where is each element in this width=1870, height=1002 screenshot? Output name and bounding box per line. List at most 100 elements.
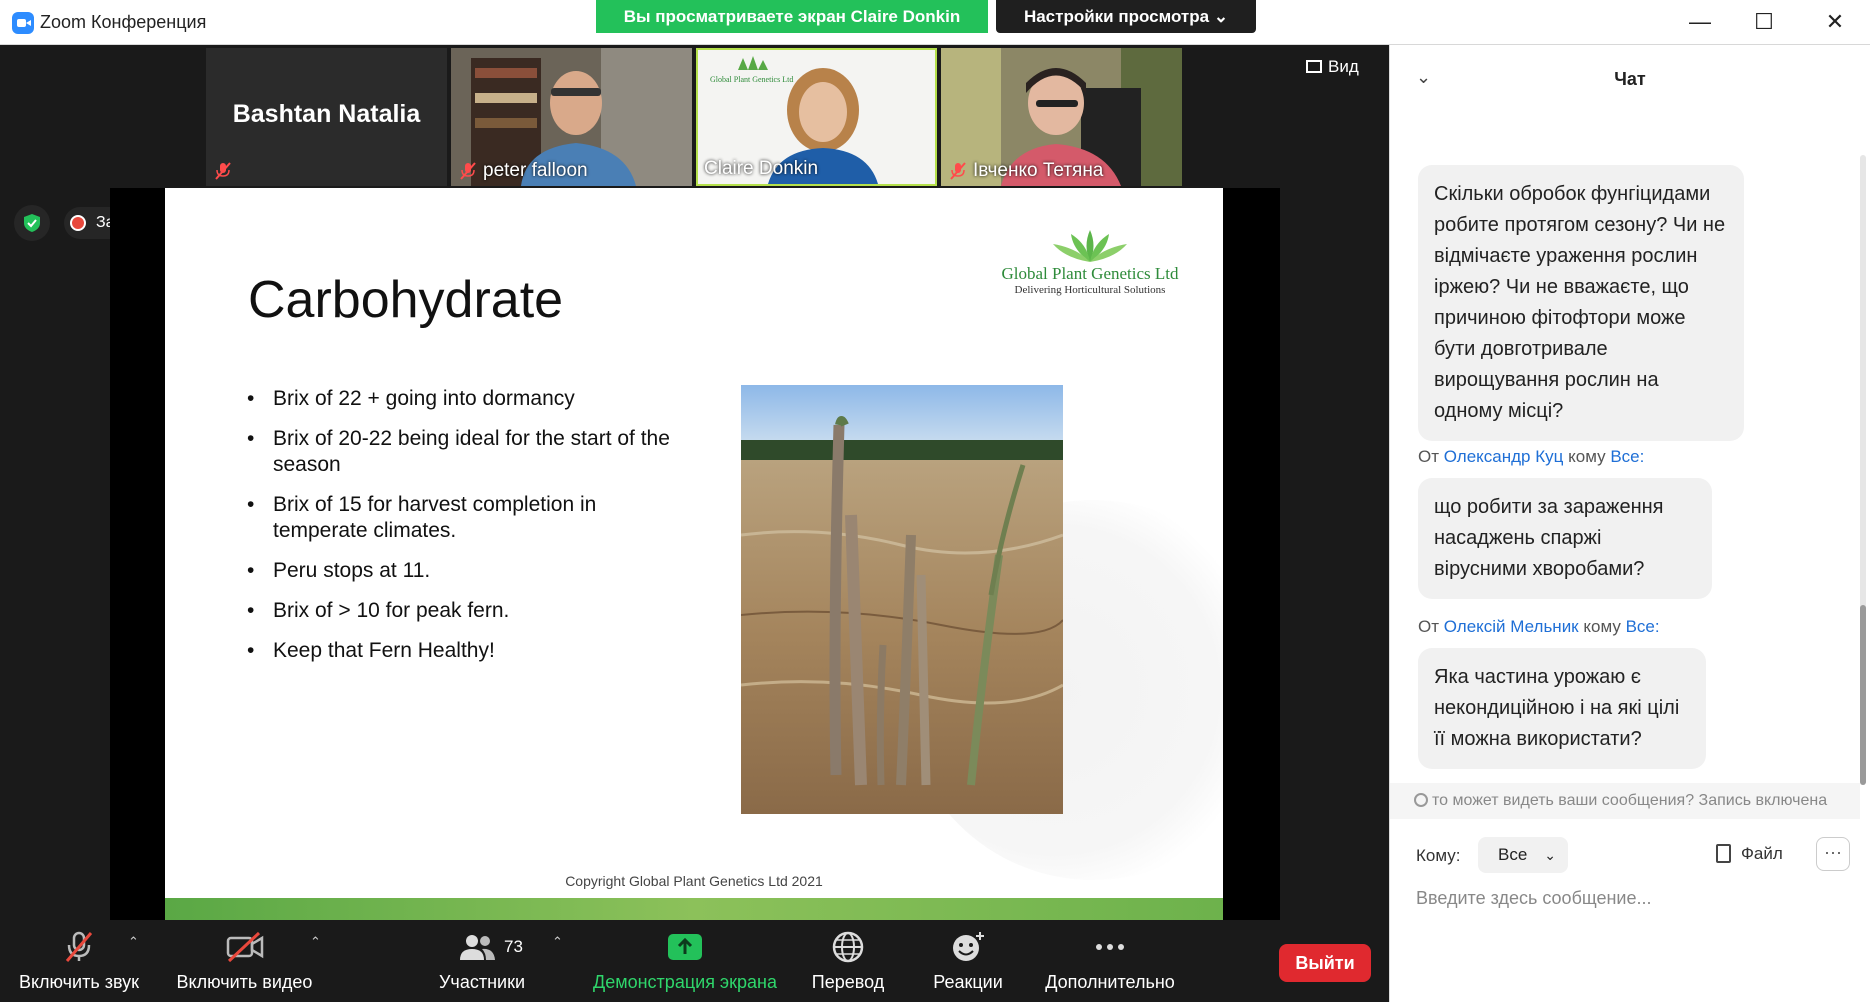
participant-name: Claire Donkin (704, 158, 819, 179)
mic-muted-icon (215, 162, 231, 180)
view-options-button[interactable]: Настройки просмотра ⌄ (996, 0, 1256, 33)
share-screen-label: Демонстрация экрана (593, 972, 777, 992)
video-options-caret-icon[interactable]: ⌃ (310, 934, 321, 950)
from-prefix: От (1418, 447, 1440, 466)
globe-icon (832, 931, 864, 963)
presentation-slide: Carbohydrate Global Plant Genetics Ltd D… (165, 188, 1223, 920)
recipient-row: Кому: Все ⌄ Файл ··· (1416, 835, 1856, 875)
document-icon (1716, 844, 1731, 863)
lotus-logo-icon (1053, 230, 1127, 262)
recipient-name[interactable]: Все: (1626, 617, 1660, 636)
svg-text:Global Plant Genetics Ltd: Global Plant Genetics Ltd (710, 75, 793, 84)
mic-muted-icon (65, 931, 93, 962)
chat-message: що робити за зараження насаджень спаржі … (1418, 478, 1712, 599)
participant-tile-active-speaker[interactable]: Global Plant Genetics Ltd Claire Donkin (696, 48, 937, 186)
translate-label: Перевод (811, 972, 885, 992)
mic-muted-icon (460, 162, 476, 180)
chat-header: ⌄ Чат (1390, 45, 1870, 115)
audio-options-caret-icon[interactable]: ⌃ (128, 934, 139, 950)
start-video-button[interactable]: Включить видео (172, 930, 317, 993)
chat-title: Чат (1614, 69, 1646, 89)
bullet-item: Brix of > 10 for peak fern. (247, 598, 687, 624)
bullet-item: Brix of 15 for harvest completion in tem… (247, 492, 687, 544)
close-button[interactable]: ✕ (1815, 8, 1855, 36)
chat-scrollbar[interactable] (1860, 155, 1866, 785)
scrollbar-thumb[interactable] (1860, 605, 1866, 785)
translate-button[interactable]: Перевод (803, 930, 893, 993)
unmute-button[interactable]: Включить звук (14, 930, 144, 993)
recipient-name[interactable]: Все: (1610, 447, 1644, 466)
file-button[interactable]: Файл (1716, 844, 1783, 864)
start-video-label: Включить видео (176, 972, 313, 992)
recipient-select-value: Все (1498, 845, 1528, 864)
to-prefix: кому (1583, 617, 1621, 636)
chat-message-list[interactable]: Скільки обробок фунгіцидами робите протя… (1390, 115, 1860, 783)
chat-panel: ⌄ Чат Скільки обробок фунгіцидами робите… (1389, 45, 1870, 1002)
participant-tile[interactable]: Івченко Тетяна (941, 48, 1182, 186)
more-button[interactable]: Дополнительно (1038, 930, 1182, 993)
grid-view-icon (1306, 60, 1322, 73)
chat-message: Скільки обробок фунгіцидами робите протя… (1418, 165, 1744, 441)
participant-tile[interactable]: Bashtan Natalia (206, 48, 447, 186)
reactions-label: Реакции (933, 972, 1003, 992)
shield-check-icon (24, 214, 40, 232)
participants-options-caret-icon[interactable]: ⌃ (552, 934, 563, 950)
recipient-select[interactable]: Все ⌄ (1478, 837, 1568, 873)
video-off-icon (226, 931, 263, 963)
chat-message-sender: От Олексій Мельник кому Все: (1418, 617, 1660, 637)
smiley-plus-icon (953, 932, 984, 961)
participant-tile[interactable]: peter falloon (451, 48, 692, 186)
more-label: Дополнительно (1045, 972, 1175, 992)
participant-name: Івченко Тетяна (973, 160, 1104, 181)
privacy-text: то может видеть ваши сообщения? Запись в… (1432, 792, 1828, 809)
to-prefix: кому (1568, 447, 1606, 466)
bullet-item: Keep that Fern Healthy! (247, 638, 687, 664)
participants-icon (460, 935, 495, 960)
participant-name-large: Bashtan Natalia (232, 100, 421, 128)
slide-footer-bar (165, 898, 1223, 920)
bullet-item: Brix of 22 + going into dormancy (247, 386, 687, 412)
record-dot-icon (70, 215, 86, 231)
chat-message: Яка частина урожаю є некондиційною і на … (1418, 648, 1706, 769)
mic-muted-icon (950, 162, 966, 180)
zoom-logo-icon (12, 12, 34, 34)
meeting-toolbar: Включить звук ⌃ Включить видео ⌃ Участни… (0, 922, 1389, 1002)
bullet-item: Brix of 20-22 being ideal for the start … (247, 426, 687, 478)
share-screen-icon (668, 934, 702, 960)
view-button-label: Вид (1328, 57, 1359, 76)
screen-share-banner: Вы просматриваете экран Claire Donkin (596, 0, 988, 33)
chat-more-button[interactable]: ··· (1816, 837, 1850, 871)
slide-title: Carbohydrate (248, 271, 564, 329)
participants-label: Участники (439, 972, 525, 992)
title-bar: Zoom Конференция Вы просматриваете экран… (0, 0, 1870, 45)
participant-name: peter falloon (483, 160, 588, 181)
logo-company-name: Global Plant Genetics Ltd (1001, 264, 1179, 283)
leave-meeting-button[interactable]: Выйти (1279, 944, 1371, 982)
bullet-item: Peru stops at 11. (247, 558, 687, 584)
slide-footer: Copyright Global Plant Genetics Ltd 2021 (565, 873, 823, 889)
minimize-button[interactable]: — (1680, 8, 1720, 36)
chat-message-sender: От Олександр Куц кому Все: (1418, 447, 1644, 467)
sender-name[interactable]: Олексій Мельник (1444, 617, 1579, 636)
logo-tagline: Delivering Horticultural Solutions (1014, 284, 1166, 296)
sender-name[interactable]: Олександр Куц (1444, 447, 1564, 466)
message-input[interactable] (1416, 883, 1846, 913)
slide-bullet-list: Brix of 22 + going into dormancy Brix of… (247, 386, 687, 678)
file-label: Файл (1741, 844, 1783, 863)
reactions-button[interactable]: Реакции (925, 930, 1011, 993)
view-button[interactable]: Вид (1306, 57, 1359, 77)
more-dots-icon (1096, 944, 1124, 950)
shared-screen: Carbohydrate Global Plant Genetics Ltd D… (110, 188, 1280, 920)
asparagus-photo (741, 385, 1063, 814)
window-title: Zoom Конференция (40, 12, 207, 32)
security-badge[interactable] (14, 205, 50, 241)
share-screen-button[interactable]: Демонстрация экрана (585, 930, 785, 993)
company-logo: Global Plant Genetics Ltd Delivering Hor… (995, 228, 1185, 296)
participants-count: 73 (504, 937, 523, 956)
person-info-icon (1414, 793, 1428, 807)
from-prefix: От (1418, 617, 1440, 636)
chat-privacy-note[interactable]: то может видеть ваши сообщения? Запись в… (1390, 783, 1860, 819)
chevron-down-icon: ⌄ (1544, 847, 1556, 863)
meeting-area: Bashtan Natalia peter falloon Global Pla… (0, 45, 1456, 922)
maximize-button[interactable]: ☐ (1744, 8, 1784, 36)
